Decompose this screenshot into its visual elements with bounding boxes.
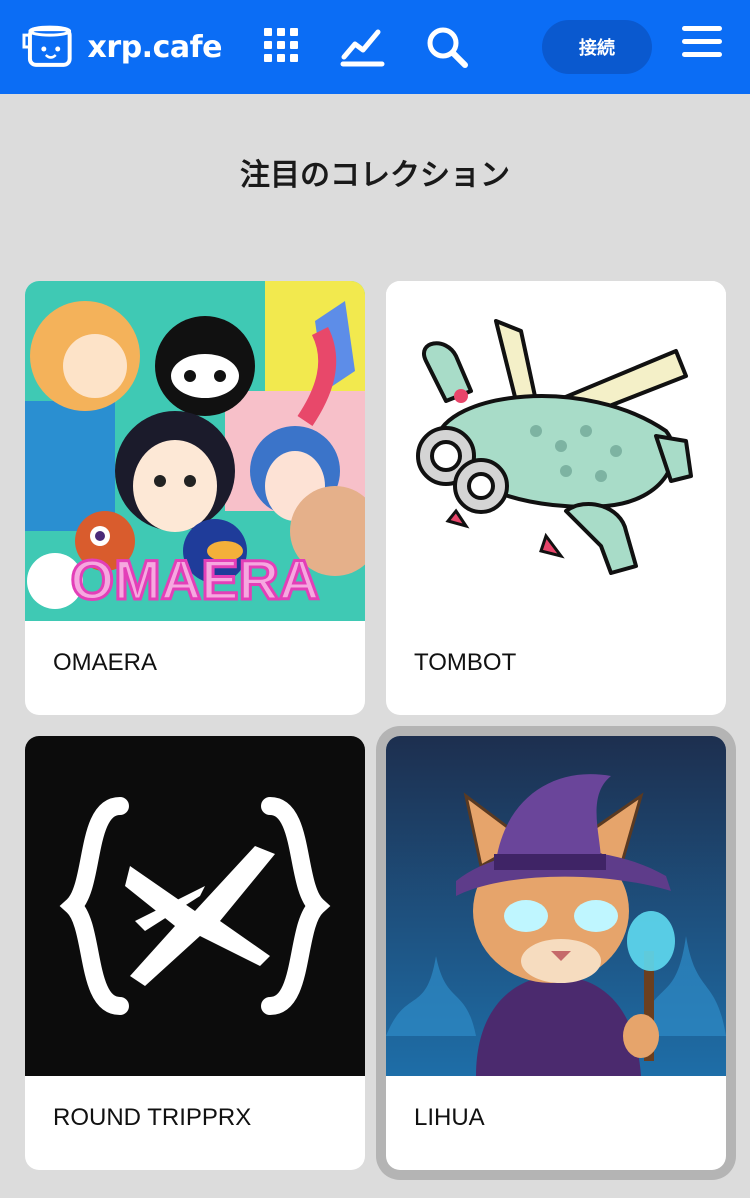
collection-name: LIHUA bbox=[414, 1104, 485, 1131]
collection-image-tombot bbox=[386, 281, 726, 621]
chart-icon[interactable] bbox=[340, 24, 386, 70]
collection-name: TOMBOT bbox=[414, 649, 517, 676]
collection-card-lihua[interactable]: LIHUA bbox=[386, 736, 726, 1170]
brand-name: xrp.cafe bbox=[87, 29, 223, 65]
connect-wallet-button[interactable]: 接続 bbox=[542, 20, 652, 74]
omaera-image-text: OMAERA bbox=[71, 548, 320, 611]
top-navigation-bar: xrp.cafe 接続 bbox=[0, 0, 750, 94]
collection-name: OMAERA bbox=[53, 649, 158, 676]
grid-icon[interactable] bbox=[262, 24, 308, 70]
collection-name: ROUND TRIPPRX bbox=[53, 1104, 252, 1131]
hamburger-menu-icon[interactable] bbox=[682, 26, 722, 66]
collection-image-round-tripprx bbox=[25, 736, 365, 1076]
search-icon[interactable] bbox=[424, 24, 470, 70]
coffee-cup-icon bbox=[22, 25, 72, 67]
collection-image-omaera: OMAERA bbox=[25, 281, 365, 621]
brand-logo[interactable]: xrp.cafe bbox=[22, 22, 223, 72]
collection-card-omaera[interactable]: OMAERA OMAERA bbox=[25, 281, 365, 715]
collection-card-tombot[interactable]: TOMBOT bbox=[386, 281, 726, 715]
section-title: 注目のコレクション bbox=[240, 158, 510, 193]
collection-card-round-tripprx[interactable]: ROUND TRIPPRX bbox=[25, 736, 365, 1170]
collection-image-lihua bbox=[386, 736, 726, 1076]
